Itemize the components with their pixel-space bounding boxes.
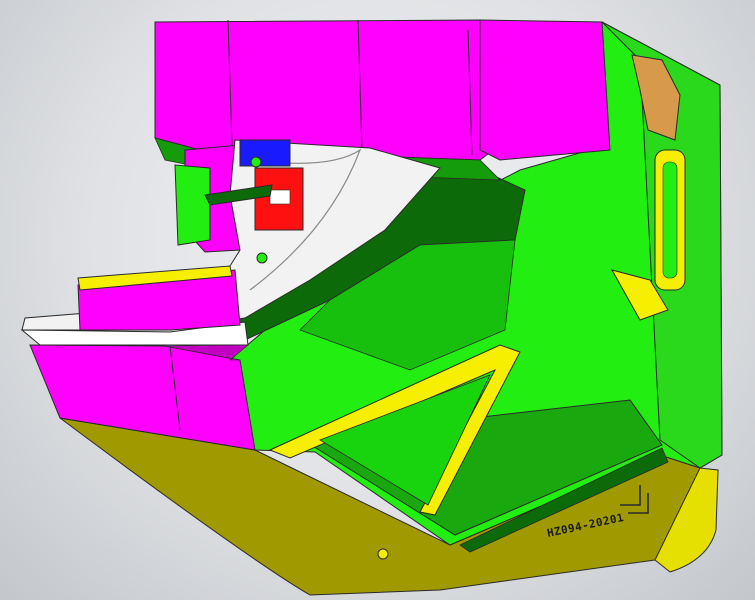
mold-model[interactable]: HZ094-20201 — [0, 0, 755, 600]
marker-white — [269, 189, 291, 205]
top-insert-lip — [479, 19, 611, 161]
base-hole — [377, 548, 389, 560]
left-green-tab — [174, 164, 211, 246]
cad-viewport[interactable]: HZ094-20201 — [0, 0, 755, 600]
marker-blue — [239, 139, 291, 167]
right-slot-lower-inner — [662, 161, 678, 279]
pin-hole-2 — [256, 252, 268, 264]
pin-hole-1 — [250, 156, 262, 168]
top-insert — [154, 19, 501, 161]
